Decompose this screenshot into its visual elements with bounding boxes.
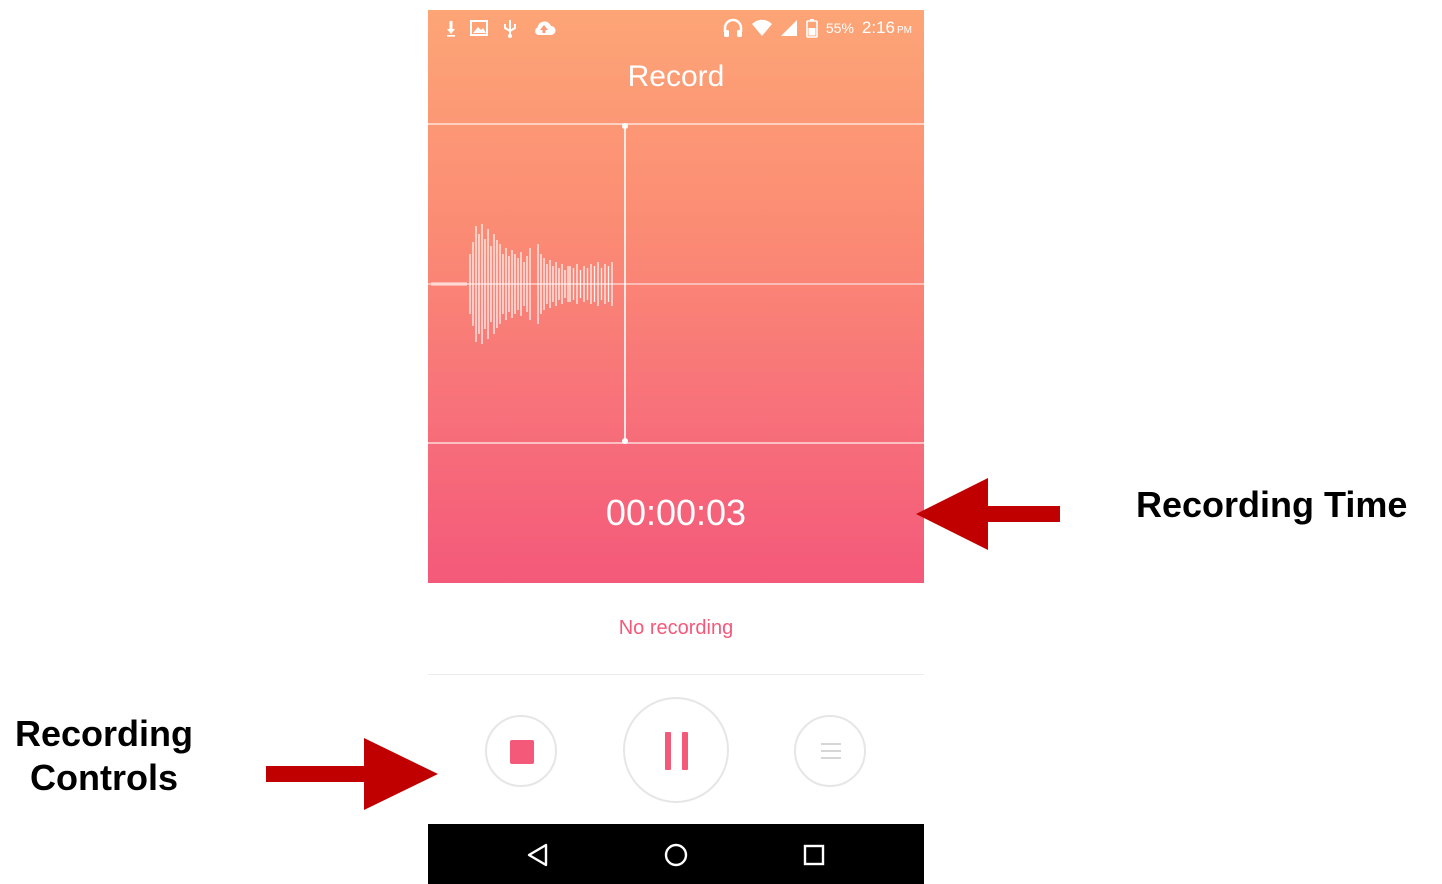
list-line (821, 750, 841, 752)
stop-button[interactable] (485, 715, 557, 787)
wifi-icon (751, 19, 772, 37)
waveform-display (428, 123, 924, 444)
battery-icon (806, 18, 818, 38)
recorder-header: 55% 2:16 PM Record 00:00:03 (428, 10, 924, 583)
page-title: Record (627, 60, 725, 93)
download-icon (446, 19, 456, 37)
divider (428, 674, 924, 675)
signal-icon (780, 19, 798, 37)
status-right-icons: 55% 2:16 PM (722, 18, 912, 38)
recording-time: 00:00:03 (605, 492, 747, 533)
clock-time: 2:16 (861, 18, 895, 37)
headphones-icon (722, 18, 744, 38)
status-bar: 55% 2:16 PM (428, 10, 924, 48)
pause-bar-left (665, 732, 671, 770)
recording-controls-label-line1: Recording (14, 713, 193, 754)
pause-button[interactable] (623, 697, 729, 803)
recording-time-arrow (914, 476, 1064, 552)
clock-ampm: PM (897, 25, 912, 36)
list-line (821, 743, 841, 745)
playhead-top-dot (622, 123, 628, 129)
phone-screen: 55% 2:16 PM Record 00:00:03 No recording (428, 10, 924, 884)
status-left-icons (446, 18, 556, 38)
recordings-list-button[interactable] (794, 715, 866, 787)
stage: 55% 2:16 PM Record 00:00:03 No recording… (0, 0, 1442, 884)
list-icon (821, 743, 841, 764)
usb-icon (502, 18, 518, 38)
pause-bar-right (682, 732, 688, 770)
home-icon[interactable] (663, 842, 689, 868)
cloud-upload-icon (532, 19, 556, 37)
back-icon[interactable] (525, 842, 551, 868)
recording-status-message: No recording (618, 617, 734, 639)
stop-icon (510, 740, 534, 764)
recording-controls-label-line2: Controls (30, 757, 178, 798)
battery-percentage: 55% (825, 20, 854, 36)
recording-controls-arrow (266, 736, 442, 812)
status-clock: 2:16 PM (862, 18, 912, 38)
list-line (821, 757, 841, 759)
recording-time-label: Recording Time (1136, 484, 1408, 525)
playhead-bottom-dot (622, 438, 628, 444)
navigation-bar (428, 824, 924, 884)
image-icon (470, 20, 488, 36)
recents-icon[interactable] (801, 842, 827, 868)
recording-controls-label: Recording Controls (0, 712, 208, 800)
